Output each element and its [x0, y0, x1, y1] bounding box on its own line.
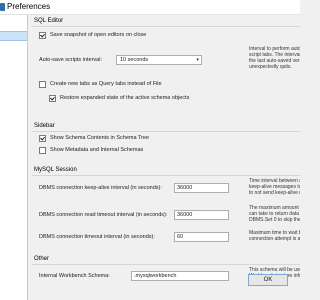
preferences-category-list[interactable] [0, 15, 28, 300]
checkbox-checked-icon[interactable] [49, 95, 56, 102]
new-tabs-label: Create new tabs as Query tabs instead of… [50, 81, 162, 87]
section-divider [32, 175, 300, 176]
category-item-selected[interactable] [0, 31, 27, 41]
desc-line: DBMS.Set 0 to skip the read [249, 217, 300, 223]
section-title-sidebar: Sidebar [34, 123, 55, 129]
window-title: Preferences [7, 2, 51, 11]
section-title-other: Other [34, 256, 50, 262]
save-snapshot-label: Save snapshot of open editors on close [50, 32, 147, 38]
keepalive-description: Time interval between sendi keep-alive m… [249, 178, 300, 196]
restore-expanded-label: Restore expanded state of the active sch… [60, 95, 190, 101]
desc-line: connection attempt is aborte [249, 236, 300, 242]
show-metadata-label: Show Metadata and Internal Schemas [50, 147, 144, 153]
checkbox-unchecked-icon[interactable] [39, 81, 46, 88]
connect-timeout-label: DBMS connection timeout interval (in sec… [39, 234, 155, 240]
ok-button[interactable]: OK [248, 274, 288, 286]
restore-expanded-checkbox[interactable]: Restore expanded state of the active sch… [49, 95, 189, 102]
autosave-description: Interval to perform auto-saving script t… [249, 46, 300, 70]
internal-schema-input[interactable]: .mysqlworkbench [131, 271, 229, 281]
show-schema-contents-label: Show Schema Contents in Schema Tree [50, 135, 150, 141]
keepalive-label: DBMS connection keep-alive interval (in … [39, 185, 162, 191]
desc-line: unexpectedly quits. [249, 64, 292, 70]
app-icon [0, 3, 5, 11]
checkbox-checked-icon[interactable] [39, 32, 46, 39]
preferences-panel: SQL Editor Save snapshot of open editors… [27, 15, 300, 300]
connect-timeout-description: Maximum time to wait before connection a… [249, 230, 300, 242]
section-title-sql-editor: SQL Editor [34, 18, 64, 24]
connect-timeout-input[interactable]: 60 [174, 232, 229, 242]
read-timeout-input[interactable]: 36000 [174, 210, 229, 220]
read-timeout-description: The maximum amount of time can take to r… [249, 205, 300, 223]
section-divider [32, 26, 300, 27]
section-divider [32, 264, 300, 265]
show-schema-contents-checkbox[interactable]: Show Schema Contents in Schema Tree [39, 135, 149, 142]
show-metadata-checkbox[interactable]: Show Metadata and Internal Schemas [39, 147, 143, 154]
title-bar: Preferences [0, 0, 300, 15]
keepalive-input[interactable]: 36000 [174, 183, 229, 193]
chevron-down-icon[interactable]: ▾ [196, 56, 199, 64]
autosave-interval-value: 10 seconds [120, 57, 149, 63]
desc-line: to not send keep-alive mess [249, 190, 300, 196]
checkbox-unchecked-icon[interactable] [39, 147, 46, 154]
internal-schema-label: Internal Workbench Schema: [39, 273, 110, 279]
checkbox-checked-icon[interactable] [39, 135, 46, 142]
autosave-interval-label: Auto-save scripts interval: [39, 57, 102, 63]
section-divider [32, 131, 300, 132]
save-snapshot-checkbox[interactable]: Save snapshot of open editors on close [39, 32, 146, 39]
autosave-interval-select[interactable]: 10 seconds ▾ [116, 55, 202, 65]
section-title-mysql-session: MySQL Session [34, 167, 77, 173]
new-tabs-as-query-checkbox[interactable]: Create new tabs as Query tabs instead of… [39, 81, 162, 88]
read-timeout-label: DBMS connection read timeout interval (i… [39, 212, 168, 218]
